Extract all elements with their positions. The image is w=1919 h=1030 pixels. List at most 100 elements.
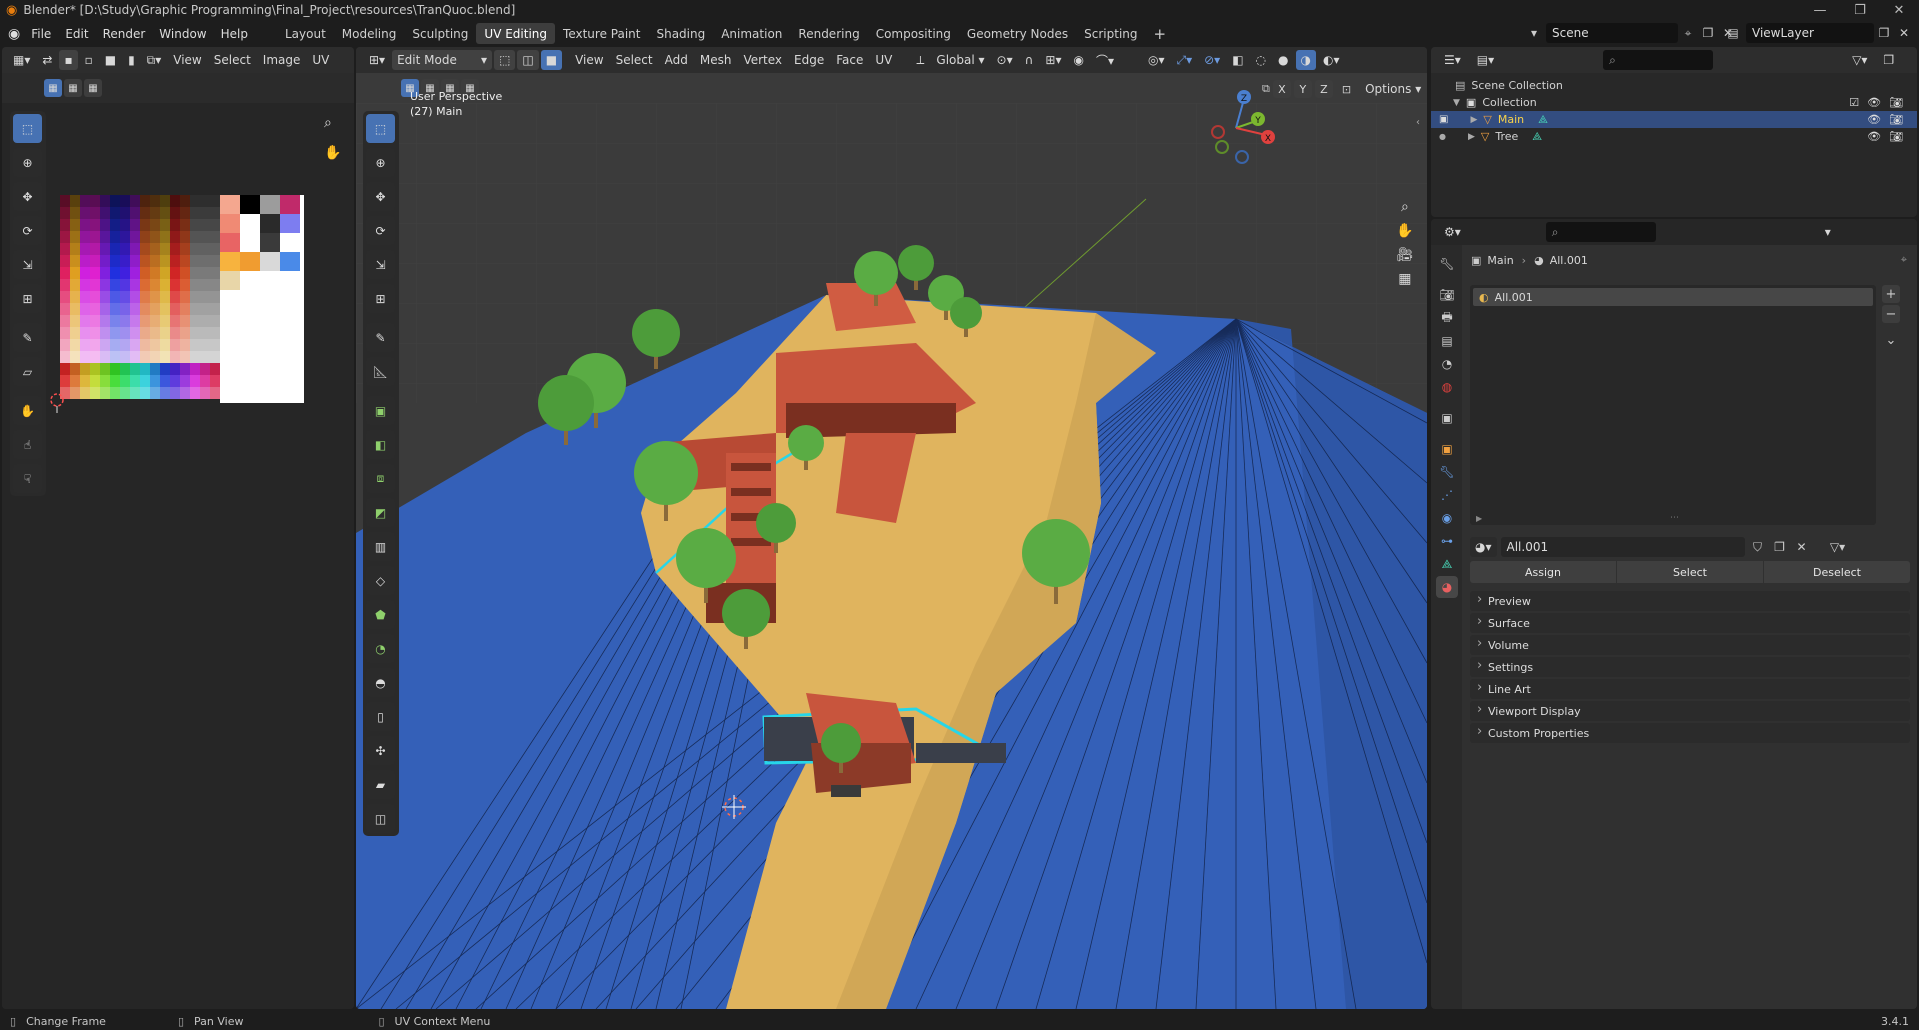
view-layer-tab-icon[interactable]: ▤ <box>1436 330 1458 352</box>
uv-menu-view[interactable]: View <box>168 50 206 70</box>
vp-menu-add[interactable]: Add <box>660 50 693 70</box>
properties-search-input[interactable]: ⌕ <box>1545 222 1656 242</box>
collection-tab-icon[interactable]: ▣ <box>1436 407 1458 429</box>
deselect-button[interactable]: Deselect <box>1764 561 1910 583</box>
maximize-button[interactable]: ❐ <box>1840 0 1880 20</box>
properties-options-icon[interactable]: ▾ <box>1820 222 1836 242</box>
shading-rendered-icon[interactable]: ◐▾ <box>1318 50 1345 70</box>
editor-type-icon[interactable]: ▦▾ <box>8 50 35 70</box>
vp-menu-uv[interactable]: UV <box>870 50 897 70</box>
sidebar-toggle-icon[interactable]: ‹ <box>1416 117 1420 128</box>
main-eye-icon[interactable]: 👁︎ <box>1867 113 1881 126</box>
blender-menu-icon[interactable]: ◉ <box>8 26 20 42</box>
properties-editor-type-icon[interactable]: ⚙▾ <box>1439 222 1466 242</box>
tool-extrude[interactable]: ◧ <box>366 430 395 459</box>
tool-vp-annotate[interactable]: ✎ <box>366 323 395 352</box>
tool-vp-select-box[interactable]: ⬚ <box>366 114 395 143</box>
navigation-gizmo[interactable]: Z Y X <box>1196 85 1276 165</box>
tab-rendering[interactable]: Rendering <box>790 23 867 44</box>
tool-rip[interactable]: ◫ <box>366 804 395 833</box>
new-view-layer-icon[interactable]: ❐ <box>1874 26 1894 40</box>
shading-material-icon[interactable]: ◑ <box>1295 50 1316 70</box>
close-window-button[interactable]: ✕ <box>1879 0 1919 20</box>
gizmo-icon[interactable]: ⤢▾ <box>1171 50 1197 70</box>
tab-texture-paint[interactable]: Texture Paint <box>555 23 648 44</box>
pan-view-icon[interactable]: ✋ <box>1396 223 1414 239</box>
fake-user-icon[interactable]: ⛉ <box>1749 540 1767 555</box>
tool-relax[interactable]: ☝ <box>13 430 42 459</box>
material-slot-item[interactable]: ◐ All.001 <box>1473 288 1873 306</box>
orientation-dropdown[interactable]: Global ▾ <box>931 50 989 70</box>
outliner-search-input[interactable]: ⌕ <box>1603 50 1714 70</box>
falloff-icon[interactable]: ⌒▾ <box>1091 50 1119 70</box>
mode-dropdown[interactable]: Edit Mode ▾ <box>392 50 493 70</box>
minimize-button[interactable]: — <box>1800 0 1840 20</box>
delete-view-layer-icon[interactable]: ✕ <box>1894 26 1914 40</box>
shading-solid-icon[interactable]: ● <box>1273 50 1293 70</box>
gizmo-neg-y-icon[interactable] <box>1215 140 1229 154</box>
tool-spin[interactable]: ◔ <box>366 634 395 663</box>
tool-tab-icon[interactable]: 🔧︎ <box>1436 253 1458 275</box>
slot-menu-button[interactable]: ⌄ <box>1882 331 1900 349</box>
gizmo-neg-x-icon[interactable] <box>1211 125 1225 139</box>
menu-help[interactable]: Help <box>214 23 255 44</box>
tool-vp-rotate[interactable]: ⟳ <box>366 216 395 245</box>
pivot-point-icon[interactable]: ⊙▾ <box>992 50 1018 70</box>
tab-geometry-nodes[interactable]: Geometry Nodes <box>959 23 1076 44</box>
tool-vp-measure[interactable]: 📐︎ <box>366 357 395 386</box>
tree-camera-icon[interactable]: 📷︎ <box>1889 130 1903 143</box>
panel-settings[interactable]: Settings <box>1470 657 1910 677</box>
tool-poly-build[interactable]: ⬟ <box>366 600 395 629</box>
tool-inset[interactable]: ⧈ <box>366 464 395 493</box>
view-layer-icon[interactable]: ▤ <box>1720 26 1746 40</box>
panel-surface[interactable]: Surface <box>1470 613 1910 633</box>
select-mode-island-icon[interactable]: ▮ <box>123 50 140 70</box>
list-filter-icon[interactable]: ▶ <box>1476 514 1482 523</box>
xray-icon[interactable]: ◧ <box>1227 50 1248 70</box>
select-edge-mode-icon[interactable]: ◫ <box>517 50 539 70</box>
tool-transform[interactable]: ⊞ <box>13 284 42 313</box>
select-face-mode-icon[interactable]: ■ <box>540 50 563 70</box>
link-dropdown-icon[interactable]: ▽▾ <box>1823 540 1853 554</box>
tab-compositing[interactable]: Compositing <box>868 23 959 44</box>
exclude-checkbox[interactable]: ☑ <box>1849 96 1859 109</box>
visibility-icon[interactable]: ◎▾ <box>1143 50 1170 70</box>
particles-tab-icon[interactable]: ⋰ <box>1436 484 1458 506</box>
tool-loop-cut[interactable]: ▥ <box>366 532 395 561</box>
tool-annotate[interactable]: ✎ <box>13 323 42 352</box>
vp-menu-vertex[interactable]: Vertex <box>738 50 787 70</box>
select-mode-vertex-icon[interactable]: ▪ <box>59 50 78 70</box>
tree-eye-icon[interactable]: 👁︎ <box>1867 130 1881 143</box>
tool-bevel[interactable]: ◩ <box>366 498 395 527</box>
tool-move[interactable]: ✥ <box>13 182 42 211</box>
outliner-item-tree[interactable]: ● ▶ ▽ Tree ⟁ 👁︎ 📷︎ <box>1431 128 1917 145</box>
render-tab-icon[interactable]: 📷︎ <box>1436 284 1458 306</box>
mirror-z-toggle[interactable]: Z <box>1314 80 1333 98</box>
tab-layout[interactable]: Layout <box>277 23 334 44</box>
vp-menu-edge[interactable]: Edge <box>789 50 829 70</box>
tool-edge-slide[interactable]: ▯ <box>366 702 395 731</box>
uv-menu-select[interactable]: Select <box>209 50 256 70</box>
tool-cursor[interactable]: ⊕ <box>13 148 42 177</box>
uv-sync-icon[interactable]: ⇄ <box>37 50 57 70</box>
tab-shading[interactable]: Shading <box>648 23 713 44</box>
unlink-material-icon[interactable]: ✕ <box>1793 540 1811 554</box>
new-collection-icon[interactable]: ❐ <box>1878 50 1899 70</box>
tab-scripting[interactable]: Scripting <box>1076 23 1145 44</box>
world-tab-icon[interactable]: ◍ <box>1436 376 1458 398</box>
add-workspace-button[interactable]: + <box>1146 23 1175 44</box>
expand-collection-icon[interactable]: ▼ <box>1453 98 1460 108</box>
select-button[interactable]: Select <box>1617 561 1763 583</box>
tool-vp-move[interactable]: ✥ <box>366 182 395 211</box>
select-mode-face-icon[interactable]: ■ <box>100 50 121 70</box>
scene-tab-icon[interactable]: ◔ <box>1436 353 1458 375</box>
select-mode-edge-icon[interactable]: ▫ <box>80 50 98 70</box>
uv-menu-image[interactable]: Image <box>258 50 306 70</box>
display-mode-icon[interactable]: ▤▾ <box>1472 50 1499 70</box>
select-vertex-mode-icon[interactable]: ⬚ <box>494 50 516 70</box>
box-select-subtract-icon[interactable]: ▦ <box>84 79 102 97</box>
add-slot-button[interactable]: + <box>1882 285 1900 303</box>
panel-custom-properties[interactable]: Custom Properties <box>1470 723 1910 743</box>
panel-viewport-display[interactable]: Viewport Display <box>1470 701 1910 721</box>
tool-vp-scale[interactable]: ⇲ <box>366 250 395 279</box>
